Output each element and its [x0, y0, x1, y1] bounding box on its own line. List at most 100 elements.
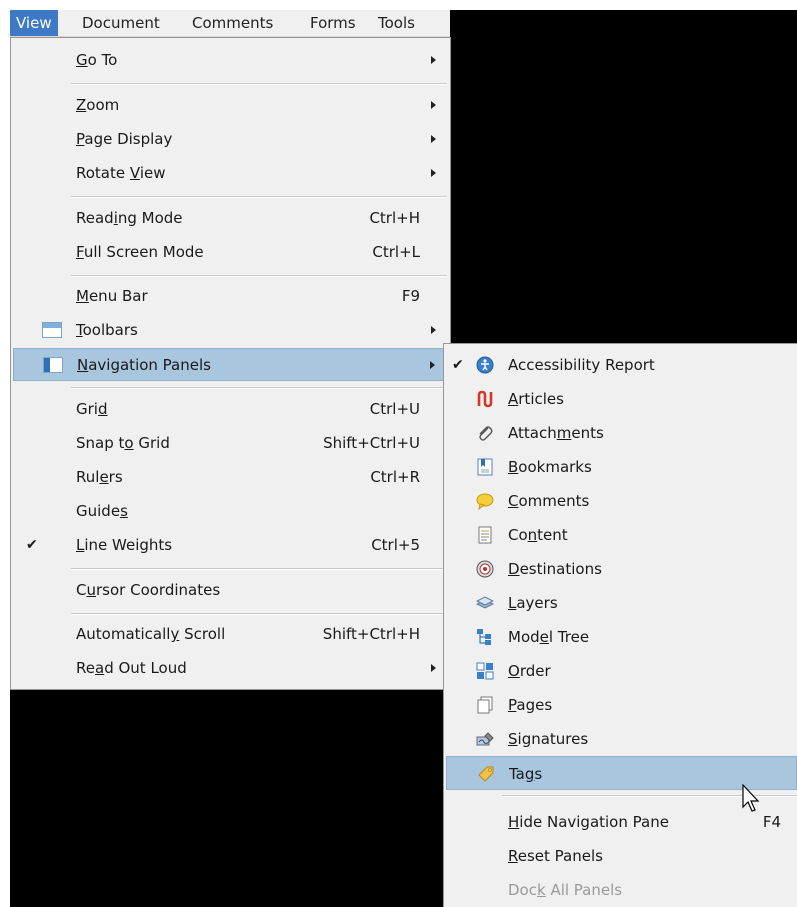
- submenu-item-signatures[interactable]: Signatures: [446, 722, 797, 756]
- model-tree-icon: [477, 629, 491, 645]
- submenu-item-dock-all-panels: Dock All Panels: [446, 873, 797, 907]
- submenu-arrow-icon: [431, 135, 436, 143]
- menu-item-read-out-loud[interactable]: Read Out Loud: [13, 652, 448, 685]
- menu-item-label: Guides: [76, 502, 128, 520]
- submenu-item-attachments[interactable]: Attachments: [446, 416, 797, 450]
- submenu-arrow-icon: [431, 56, 436, 64]
- signatures-icon: [476, 732, 494, 746]
- shortcut-label: F4: [762, 813, 781, 831]
- navigation-panels-icon: [43, 357, 63, 373]
- submenu-item-label: Destinations: [508, 560, 602, 578]
- submenu-item-label: Tags: [509, 765, 543, 783]
- submenu-item-label: Layers: [508, 594, 558, 612]
- menu-item-snap-to-grid[interactable]: Snap to Grid Shift+Ctrl+U: [13, 427, 448, 460]
- shortcut-label: Shift+Ctrl+H: [322, 625, 420, 643]
- menu-item-label: Automatically Scroll: [76, 625, 226, 643]
- submenu-item-bookmarks[interactable]: Bookmarks: [446, 450, 797, 484]
- menu-item-label: Grid: [76, 400, 108, 418]
- menu-item-toolbars[interactable]: Toolbars: [13, 314, 448, 347]
- menu-item-line-weights[interactable]: ✔ Line Weights Ctrl+5: [13, 529, 448, 562]
- menubar-document[interactable]: Document: [76, 10, 166, 36]
- shortcut-label: Ctrl+H: [369, 209, 420, 227]
- menubar-forms[interactable]: Forms: [304, 10, 362, 36]
- submenu-item-label: Model Tree: [508, 628, 590, 646]
- menu-item-menu-bar[interactable]: Menu Bar F9: [13, 280, 448, 313]
- submenu-item-destinations[interactable]: Destinations: [446, 552, 797, 586]
- menu-item-navigation-panels[interactable]: Navigation Panels: [13, 348, 448, 381]
- menu-separator: [71, 613, 447, 615]
- menu-separator: [71, 196, 447, 198]
- checkmark-icon: ✔: [26, 537, 38, 553]
- shortcut-label: F9: [401, 287, 420, 305]
- menubar-comments[interactable]: Comments: [186, 10, 279, 36]
- submenu-item-label: Content: [508, 526, 568, 544]
- submenu-item-label: Hide Navigation Pane: [508, 813, 669, 831]
- menu-item-label: Rotate View: [76, 164, 166, 182]
- menu-bar: View Document Comments Forms Tools: [10, 10, 450, 37]
- menu-item-label: Toolbars: [76, 321, 138, 339]
- shortcut-label: Shift+Ctrl+U: [323, 434, 420, 452]
- submenu-item-label: Bookmarks: [508, 458, 592, 476]
- checkmark-icon: ✔: [452, 357, 464, 373]
- menu-item-label: Line Weights: [76, 536, 173, 554]
- menu-item-page-display[interactable]: Page Display: [13, 123, 448, 156]
- submenu-item-content[interactable]: Content: [446, 518, 797, 552]
- menu-item-label: Page Display: [76, 130, 173, 148]
- menu-separator: [71, 387, 447, 389]
- pages-icon: [477, 696, 493, 714]
- submenu-item-label: Attachments: [508, 424, 604, 442]
- menu-item-label: Navigation Panels: [77, 356, 211, 374]
- submenu-item-comments[interactable]: Comments: [446, 484, 797, 518]
- menu-item-label: Cursor Coordinates: [76, 581, 221, 599]
- shortcut-label: Ctrl+5: [371, 536, 420, 554]
- menubar-view[interactable]: View: [10, 10, 58, 36]
- menu-item-go-to[interactable]: Go To: [13, 44, 448, 77]
- submenu-arrow-icon: [431, 664, 436, 672]
- menu-item-label: Full Screen Mode: [76, 243, 204, 261]
- menu-item-zoom[interactable]: Zoom: [13, 89, 448, 122]
- menu-item-rulers[interactable]: Rulers Ctrl+R: [13, 461, 448, 494]
- layers-icon: [476, 596, 494, 609]
- menu-separator: [71, 275, 447, 277]
- menu-item-full-screen-mode[interactable]: Full Screen Mode Ctrl+L: [13, 236, 448, 269]
- submenu-item-pages[interactable]: Pages: [446, 688, 797, 722]
- view-menu: Go To Zoom Page Display Rotate View Read…: [10, 37, 451, 690]
- submenu-item-label: Reset Panels: [508, 847, 603, 865]
- submenu-item-articles[interactable]: Articles: [446, 382, 797, 416]
- menu-item-reading-mode[interactable]: Reading Mode Ctrl+H: [13, 202, 448, 235]
- submenu-item-label: Accessibility Report: [508, 356, 655, 374]
- menu-item-label: Zoom: [76, 96, 120, 114]
- submenu-arrow-icon: [431, 326, 436, 334]
- submenu-item-label: Articles: [508, 390, 564, 408]
- bookmarks-icon: [477, 458, 493, 476]
- submenu-item-layers[interactable]: Layers: [446, 586, 797, 620]
- content-icon: [478, 526, 492, 544]
- shortcut-label: Ctrl+L: [372, 243, 420, 261]
- menu-item-label: Go To: [76, 51, 118, 69]
- menu-item-label: Reading Mode: [76, 209, 183, 227]
- submenu-item-label: Comments: [508, 492, 590, 510]
- menu-item-grid[interactable]: Grid Ctrl+U: [13, 393, 448, 426]
- destinations-icon: [476, 560, 494, 578]
- submenu-arrow-icon: [431, 101, 436, 109]
- menu-item-label: Snap to Grid: [76, 434, 170, 452]
- articles-icon: [477, 390, 493, 408]
- submenu-item-order[interactable]: Order: [446, 654, 797, 688]
- mouse-pointer-icon: [742, 784, 760, 812]
- menu-item-label: Read Out Loud: [76, 659, 187, 677]
- submenu-item-label: Order: [508, 662, 551, 680]
- submenu-item-label: Signatures: [508, 730, 589, 748]
- submenu-item-accessibility-report[interactable]: ✔ Accessibility Report: [446, 348, 797, 382]
- submenu-arrow-icon: [430, 361, 435, 369]
- menu-item-guides[interactable]: Guides: [13, 495, 448, 528]
- menu-item-automatically-scroll[interactable]: Automatically Scroll Shift+Ctrl+H: [13, 618, 448, 651]
- submenu-item-label: Pages: [508, 696, 553, 714]
- paperclip-icon: [479, 426, 493, 441]
- comment-bubble-icon: [476, 493, 494, 510]
- menu-item-label: Rulers: [76, 468, 123, 486]
- menu-item-cursor-coordinates[interactable]: Cursor Coordinates: [13, 574, 448, 607]
- menubar-tools[interactable]: Tools: [372, 10, 421, 36]
- submenu-item-reset-panels[interactable]: Reset Panels: [446, 839, 797, 873]
- submenu-item-model-tree[interactable]: Model Tree: [446, 620, 797, 654]
- menu-item-rotate-view[interactable]: Rotate View: [13, 157, 448, 190]
